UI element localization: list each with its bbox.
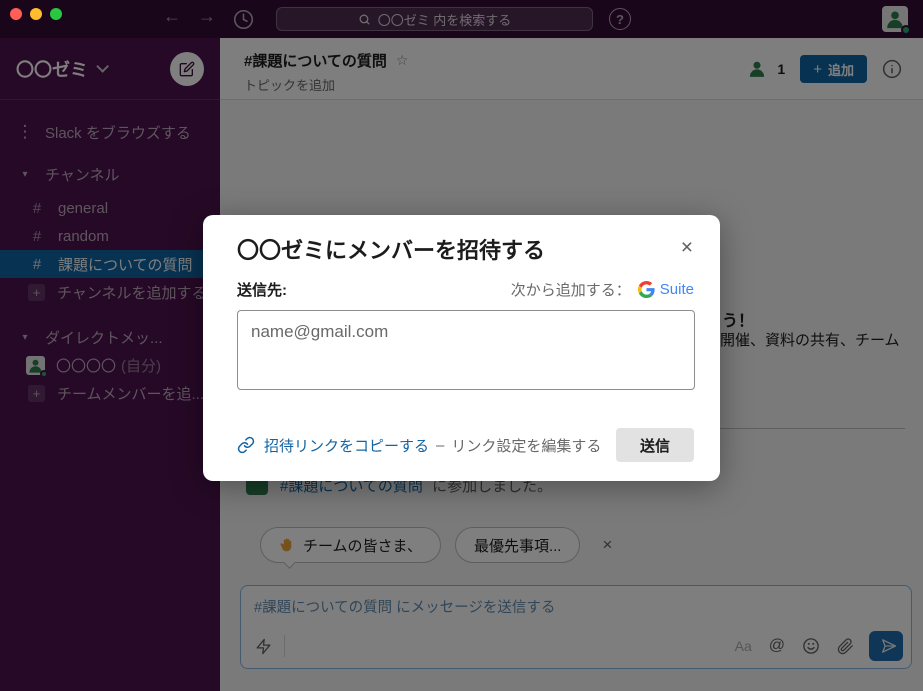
- close-window-button[interactable]: [10, 8, 22, 20]
- invite-email-input[interactable]: [237, 310, 695, 390]
- send-to-label: 送信先:: [237, 279, 287, 300]
- modal-title: 〇〇ゼミにメンバーを招待する: [237, 233, 545, 265]
- edit-link-settings-button[interactable]: リンク設定を編集する: [451, 435, 601, 456]
- close-modal-icon[interactable]: ×: [681, 237, 693, 258]
- copy-invite-link-label: 招待リンクをコピーする: [264, 435, 429, 456]
- separator-dash: –: [436, 437, 444, 454]
- minimize-window-button[interactable]: [30, 8, 42, 20]
- slack-window: ← → 〇〇ゼミ 内を検索する ? 〇〇ゼミ: [0, 0, 923, 691]
- macos-window-controls: [10, 8, 62, 20]
- invite-members-modal: 〇〇ゼミにメンバーを招待する × 送信先: 次から追加する： Suite 招待リ…: [203, 215, 720, 481]
- fullscreen-window-button[interactable]: [50, 8, 62, 20]
- link-chain-icon: [237, 436, 255, 454]
- add-from-label: 次から追加する：: [511, 279, 631, 300]
- send-invite-button[interactable]: 送信: [616, 428, 694, 462]
- copy-invite-link-button[interactable]: 招待リンクをコピーする: [237, 435, 429, 456]
- gsuite-link[interactable]: Suite: [660, 281, 694, 298]
- google-logo-icon: [638, 281, 655, 298]
